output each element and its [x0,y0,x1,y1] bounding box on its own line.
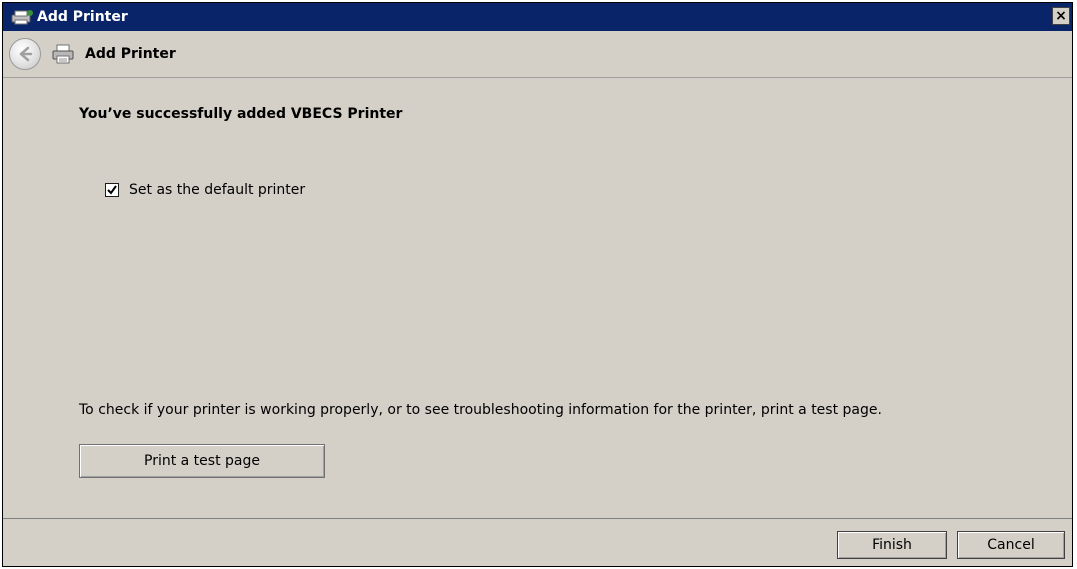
default-printer-option[interactable]: Set as the default printer [105,182,305,198]
window-title: Add Printer [37,9,128,25]
cancel-button[interactable]: Cancel [957,531,1065,559]
close-button[interactable]: × [1052,7,1070,25]
printer-wizard-icon [9,9,35,25]
wizard-content: You’ve successfully added VBECS Printer … [3,77,1072,518]
default-printer-label[interactable]: Set as the default printer [129,182,305,198]
print-test-page-button[interactable]: Print a test page [79,444,325,478]
title-bar[interactable]: Add Printer × [3,3,1072,31]
finish-button[interactable]: Finish [837,531,947,559]
default-printer-checkbox[interactable] [105,183,119,197]
wizard-footer: Finish Cancel [3,518,1072,566]
wizard-title: Add Printer [85,46,176,62]
printer-icon [51,44,75,64]
back-button[interactable] [9,38,41,70]
wizard-nav-bar: Add Printer [3,31,1072,77]
add-printer-window: Add Printer × Add Printer You’ve success… [2,2,1073,567]
checkmark-icon [107,185,117,195]
test-page-info-text: To check if your printer is working prop… [79,402,882,418]
success-message: You’ve successfully added VBECS Printer [79,106,403,122]
